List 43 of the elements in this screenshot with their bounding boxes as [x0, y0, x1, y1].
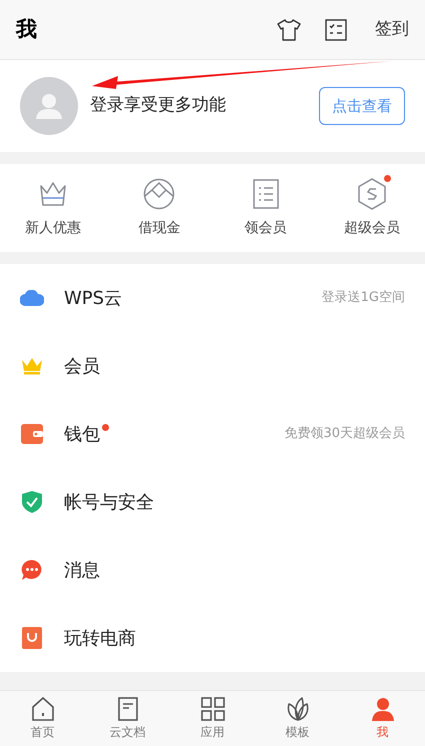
tab-item[interactable]: 首页 [0, 691, 85, 746]
menu-label: 玩转电商 [64, 626, 136, 650]
shield-icon [22, 491, 42, 513]
quick-link[interactable]: 领会员 [212, 164, 319, 252]
quick-link[interactable]: 超级会员 [318, 164, 425, 252]
grid-icon [200, 696, 224, 720]
home-icon [32, 696, 54, 720]
menu-item[interactable]: 玩转电商 [0, 604, 425, 672]
menu-label: WPS云 [64, 286, 122, 310]
menu-note: 登录送1G空间 [322, 289, 405, 308]
wallet-icon [21, 424, 43, 444]
tab-item[interactable]: 应用 [170, 691, 255, 746]
quick-link[interactable]: 借现金 [106, 164, 212, 252]
tab-item[interactable]: 模板 [255, 691, 340, 746]
menu-item[interactable]: 钱包 免费领30天超级会员 [0, 400, 425, 468]
person-icon [370, 696, 394, 720]
menu-note: 免费领30天超级会员 [284, 425, 405, 444]
tab-item[interactable]: 我 [340, 691, 425, 746]
crown-icon [21, 357, 43, 375]
menu-label: 消息 [64, 558, 100, 582]
check-in-button[interactable]: 签到 [375, 16, 409, 42]
cloud-icon [20, 290, 44, 306]
document-icon [118, 696, 138, 720]
shirt-icon[interactable] [277, 18, 301, 40]
coin-icon [143, 178, 176, 210]
menu-item[interactable]: 消息 [0, 536, 425, 604]
checklist-icon[interactable] [325, 18, 347, 40]
hexagon-icon [356, 178, 387, 210]
menu-label: 会员 [64, 354, 100, 378]
crown-icon [38, 180, 68, 208]
list-icon [252, 178, 279, 208]
menu-label: 钱包 [64, 422, 100, 446]
menu-item[interactable]: 帐号与安全 [0, 468, 425, 536]
bag-icon [22, 627, 42, 649]
quick-link[interactable]: 新人优惠 [0, 164, 106, 252]
leaf-icon [286, 696, 310, 720]
login-prompt: 登录享受更多功能 [90, 94, 227, 118]
menu-item[interactable]: 会员 [0, 332, 425, 400]
menu-item[interactable]: WPS云 登录送1G空间 [0, 264, 425, 332]
page-title: 我 [16, 16, 37, 43]
tab-item[interactable]: 云文档 [85, 691, 170, 746]
menu-label: 帐号与安全 [64, 490, 154, 514]
chat-icon [21, 559, 43, 581]
